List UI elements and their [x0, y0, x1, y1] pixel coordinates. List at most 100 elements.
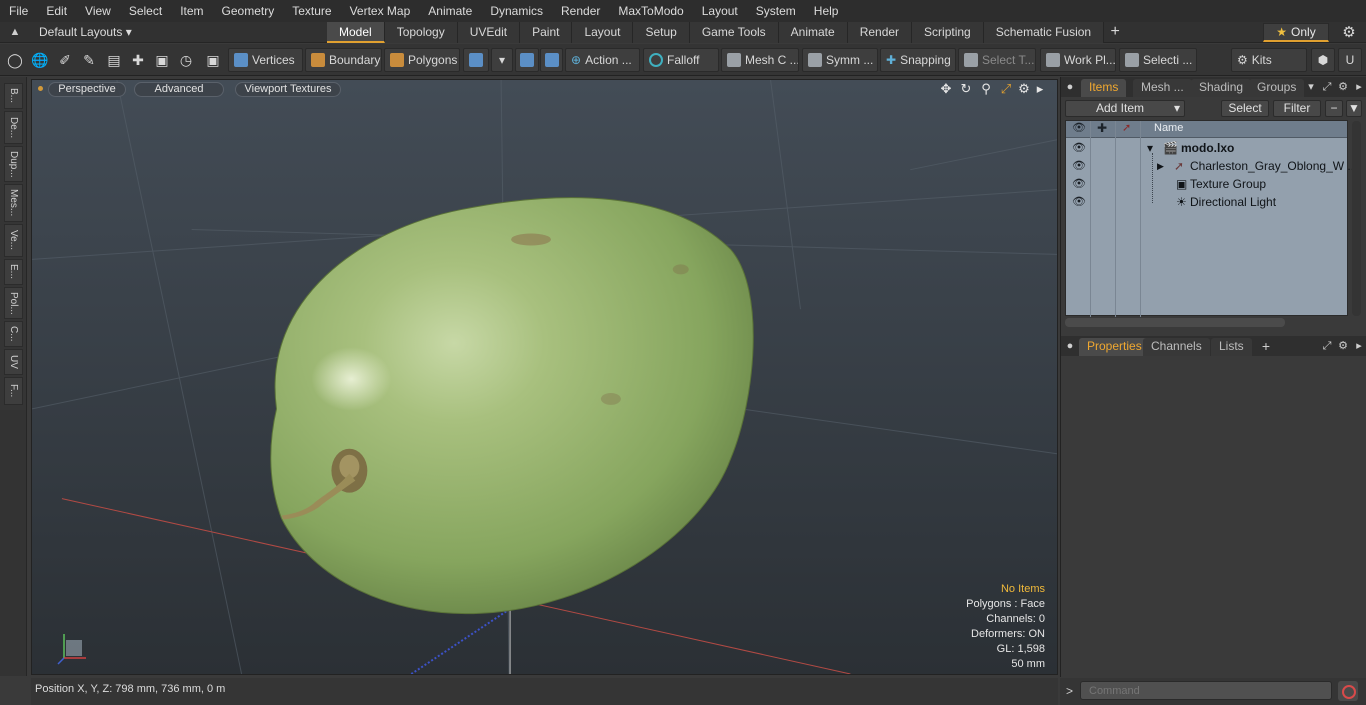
menu-geometry[interactable]: Geometry [213, 0, 284, 22]
layout-dropdown[interactable]: Default Layouts ▾ [39, 22, 132, 43]
dial-icon[interactable]: ◷ [176, 50, 196, 70]
menu-vertex-map[interactable]: Vertex Map [341, 0, 420, 22]
menu-maxtomodo[interactable]: MaxToModo [609, 0, 692, 22]
unreal-button[interactable]: U [1338, 48, 1362, 72]
tab-render[interactable]: Render [847, 22, 913, 43]
command-input[interactable] [1080, 681, 1332, 700]
shield-alt-button[interactable] [540, 48, 563, 72]
zoom-icon[interactable]: ⚲ [978, 81, 994, 97]
left-tab-uv[interactable]: UV [4, 349, 23, 375]
left-tab-basic[interactable]: B... [4, 83, 23, 109]
menu-animate[interactable]: Animate [419, 0, 481, 22]
menu-layout[interactable]: Layout [693, 0, 747, 22]
mesh-constraints-button[interactable]: Mesh C ... [721, 48, 799, 72]
axis-column-icon[interactable]: ➚ [1122, 121, 1131, 134]
visibility-eye-icon[interactable]: 👁 [1071, 176, 1087, 192]
globe-icon[interactable]: 🌐 [30, 50, 50, 70]
visibility-eye-icon[interactable]: 👁 [1071, 140, 1087, 156]
left-tab-mesh-edit[interactable]: Mes... [4, 184, 23, 222]
panel-gear-icon[interactable]: ⚙ [1336, 338, 1350, 354]
pan-icon[interactable]: ✥ [938, 81, 954, 97]
collapse-list-icon[interactable]: − [1325, 100, 1343, 117]
tab-paint[interactable]: Paint [520, 22, 573, 43]
expand-icon[interactable]: ⤢ [1320, 338, 1334, 354]
list-item-texture-group[interactable]: 👁 ▣ Texture Group [1066, 175, 1347, 193]
tab-topology[interactable]: Topology [384, 22, 458, 43]
items-vertical-scrollbar[interactable] [1352, 121, 1361, 316]
gear-icon[interactable]: ⚙ [1340, 24, 1358, 42]
left-tab-fusion[interactable]: F... [4, 377, 23, 405]
tab-animate[interactable]: Animate [778, 22, 848, 43]
left-tab-duplicate[interactable]: Dup... [4, 146, 23, 182]
symmetry-button[interactable]: Symm ... [802, 48, 878, 72]
brush-icon[interactable]: ✎ [79, 50, 99, 70]
tab-scripting[interactable]: Scripting [912, 22, 984, 43]
menu-help[interactable]: Help [805, 0, 848, 22]
left-tab-edge[interactable]: E... [4, 259, 23, 285]
select-button[interactable]: Select [1221, 100, 1269, 117]
tab-lists[interactable]: Lists [1211, 338, 1252, 356]
tab-game-tools[interactable]: Game Tools [689, 22, 779, 43]
menu-texture[interactable]: Texture [283, 0, 340, 22]
kits-button[interactable]: ⚙ Kits [1231, 48, 1307, 72]
3d-viewport[interactable]: Perspective Advanced Viewport Textures ✥… [31, 79, 1058, 675]
rotate-icon[interactable]: ↻ [958, 81, 974, 97]
menu-edit[interactable]: Edit [37, 0, 76, 22]
add-item-button[interactable]: Add Item ▾ [1065, 100, 1185, 117]
collapse-icon[interactable]: ▲ [8, 25, 22, 39]
left-tab-polygon[interactable]: Pol... [4, 287, 23, 319]
tab-channels[interactable]: Channels [1143, 338, 1210, 356]
tab-dropdown-icon[interactable]: ▾ [1304, 79, 1318, 95]
unity-button[interactable]: ⬢ [1311, 48, 1335, 72]
panel-gear-icon[interactable]: ⚙ [1336, 79, 1350, 95]
tab-shading[interactable]: Shading [1191, 79, 1252, 97]
tab-setup[interactable]: Setup [633, 22, 690, 43]
menu-dynamics[interactable]: Dynamics [481, 0, 552, 22]
shield-button[interactable] [515, 48, 539, 72]
lock-column-icon[interactable]: ✚ [1097, 121, 1107, 135]
menu-system[interactable]: System [747, 0, 805, 22]
rotate-box-icon[interactable]: ▣ [152, 50, 172, 70]
visibility-eye-icon[interactable]: 👁 [1071, 194, 1087, 210]
viewport-menu-icon[interactable]: ▸ [1032, 81, 1048, 97]
tab-uvedit[interactable]: UVEdit [457, 22, 521, 43]
viewport-gear-icon[interactable]: ⚙ [1016, 81, 1032, 97]
circle-select-icon[interactable]: ◯ [5, 50, 25, 70]
menu-select[interactable]: Select [120, 0, 171, 22]
tab-mesh[interactable]: Mesh ... [1133, 79, 1192, 97]
action-button[interactable]: ⊕ Action ... [565, 48, 640, 72]
list-item-modo-lxo[interactable]: 👁 ▾ 🎬 modo.lxo [1066, 139, 1347, 157]
visibility-column-icon[interactable]: 👁 [1072, 121, 1086, 134]
tab-properties[interactable]: Properties [1079, 338, 1150, 356]
select-through-button[interactable]: Select T... [958, 48, 1036, 72]
viewport-textures-button[interactable]: Viewport Textures [235, 82, 341, 97]
add-tab-icon[interactable]: + [1259, 338, 1273, 354]
expand-icon[interactable]: ⤢ [1320, 79, 1334, 95]
mode-dropdown-button[interactable]: ▾ [491, 48, 513, 72]
cube-icon[interactable]: ▣ [203, 50, 223, 70]
record-macro-button[interactable] [1338, 681, 1358, 701]
snapping-button[interactable]: ✚ Snapping [880, 48, 956, 72]
menu-render[interactable]: Render [552, 0, 609, 22]
tab-groups[interactable]: Groups [1249, 79, 1305, 97]
add-tab-button[interactable]: + [1104, 22, 1126, 43]
visibility-eye-icon[interactable]: 👁 [1071, 158, 1087, 174]
polygons-button[interactable]: Polygons [384, 48, 460, 72]
tab-model[interactable]: Model [327, 22, 385, 43]
selection-sets-button[interactable]: Selecti ... [1119, 48, 1197, 72]
maximize-icon[interactable]: ⤢ [998, 81, 1014, 97]
expand-arrow-icon[interactable]: ▶ [1157, 157, 1164, 175]
work-plane-button[interactable]: Work Pl... [1040, 48, 1116, 72]
panel-arrow-icon[interactable]: ▸ [1352, 79, 1366, 95]
perspective-button[interactable]: Perspective [48, 82, 126, 97]
left-tab-vertex[interactable]: Ve... [4, 224, 23, 257]
crosshair-icon[interactable]: ✚ [128, 50, 148, 70]
menu-file[interactable]: File [0, 0, 37, 22]
tab-schematic-fusion[interactable]: Schematic Fusion [983, 22, 1105, 43]
vertices-button[interactable]: Vertices [228, 48, 303, 72]
panel-arrow-icon[interactable]: ▸ [1352, 338, 1366, 354]
menu-view[interactable]: View [76, 0, 120, 22]
left-tab-deform[interactable]: De... [4, 111, 23, 144]
list-item-mesh[interactable]: 👁 ▶ ➚ Charleston_Gray_Oblong_W ... [1066, 157, 1357, 175]
boundary-button[interactable]: Boundary [305, 48, 382, 72]
